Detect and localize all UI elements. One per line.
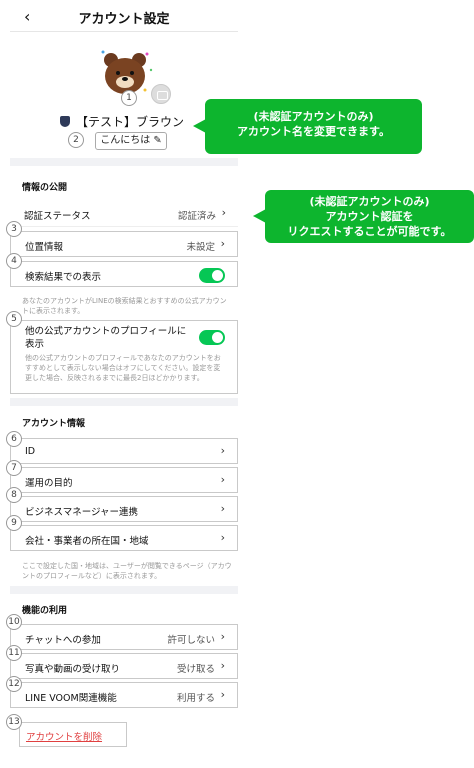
badge-10: 10 [6,614,22,630]
status-message-button[interactable]: こんにちは ✎ [95,132,167,150]
badge-9: 9 [6,515,22,531]
badge-3: 3 [6,221,22,237]
chevron-right-icon: › [220,237,225,250]
badge-12: 12 [6,676,22,692]
other-profiles-label: 他の公式アカウントのプロフィールに表示 [25,326,187,350]
other-profiles-row: 他の公式アカウントのプロフィールに表示 他の公式アカウントのプロフィールであなた… [10,320,238,394]
search-display-label: 検索結果での表示 [25,272,102,283]
callout-verify-line2: アカウント認証を [325,210,414,223]
verification-status-value: 認証済み [177,211,216,222]
chevron-right-icon: › [220,444,225,457]
badge-2: 2 [68,132,84,148]
account-name-row[interactable]: 【テスト】ブラウン [60,113,184,130]
section-title-account-info: アカウント情報 [22,419,86,429]
badge-7: 7 [6,460,22,476]
badge-11: 11 [6,645,22,661]
chat-value: 許可しない [167,635,215,646]
callout-rename: (未認証アカウントのみ) アカウント名を変更できます。 [193,99,422,154]
section-divider [10,398,238,406]
edit-icon: ✎ [153,135,162,146]
id-label: ID [25,446,36,457]
badge-13: 13 [6,714,22,730]
country-note: ここで設定した国・地域は、ユーザーが閲覧できるページ（アカウントのプロフィールな… [22,562,232,580]
search-display-note: あなたのアカウントがLINEの検索結果とおすすめの公式アカウントに表示されます。 [22,297,227,315]
voom-value: 利用する [176,693,215,704]
badge-1: 1 [121,90,137,106]
callout-arrow [253,209,266,223]
chevron-right-icon: › [220,688,225,701]
other-profiles-note: 他の公式アカウントのプロフィールであなたのアカウントをおすすめとして表示しない場… [25,354,221,382]
chevron-right-icon: › [220,531,225,544]
voom-label: LINE VOOM関連機能 [25,693,117,704]
country-label: 会社・事業者の所在国・地域 [25,536,149,547]
section-title-features: 機能の利用 [22,606,68,616]
badge-4: 4 [6,253,22,269]
id-row[interactable]: ID › [10,438,238,464]
other-profiles-toggle[interactable] [199,330,225,345]
business-manager-row[interactable]: ビジネスマネージャー連携 › [10,496,238,522]
callout-verify: (未認証アカウントのみ) アカウント認証を リクエストすることが可能です。 [253,190,474,243]
purpose-label: 運用の目的 [25,478,73,489]
section-divider [10,158,238,166]
media-label: 写真や動画の受け取り [25,664,121,675]
section-divider [10,586,238,594]
chevron-right-icon: › [220,473,225,486]
delete-account-link[interactable]: アカウントを削除 [26,729,102,743]
chevron-right-icon: › [220,659,225,672]
badge-8: 8 [6,487,22,503]
verification-status-row[interactable]: 認証ステータス 認証済み › [10,201,238,227]
section-title-publicity: 情報の公開 [22,183,68,193]
media-row[interactable]: 写真や動画の受け取り 受け取る › [10,653,238,679]
callout-verify-line3: リクエストすることが可能です。 [287,225,452,238]
delete-account-box: アカウントを削除 [19,722,127,747]
verification-status-label: 認証ステータス [24,211,91,222]
callout-arrow [193,119,206,133]
badge-5: 5 [6,311,22,327]
location-label: 位置情報 [25,242,64,253]
search-display-row: 検索結果での表示 [10,261,238,287]
status-message: こんにちは [100,135,151,146]
voom-row[interactable]: LINE VOOM関連機能 利用する › [10,682,238,708]
chevron-right-icon: › [220,630,225,643]
search-display-toggle[interactable] [199,268,225,283]
business-manager-label: ビジネスマネージャー連携 [25,507,139,518]
account-name: 【テスト】ブラウン [76,115,185,129]
camera-icon[interactable] [151,84,171,104]
shield-icon [60,116,70,127]
chat-label: チャットへの参加 [25,635,101,646]
purpose-row[interactable]: 運用の目的 › [10,467,238,493]
chat-row[interactable]: チャットへの参加 許可しない › [10,624,238,650]
country-row[interactable]: 会社・事業者の所在国・地域 › [10,525,238,551]
settings-panel: ‹ アカウント設定 【テスト】ブラウン こんにちは ✎ 情報の公開 認証ステータ… [10,0,238,768]
chevron-right-icon: › [221,206,226,219]
callout-rename-line1: (未認証アカウントのみ) [253,110,374,123]
header: ‹ アカウント設定 [10,0,238,32]
callout-verify-line1: (未認証アカウントのみ) [309,195,430,208]
callout-rename-line2: アカウント名を変更できます。 [237,125,390,138]
page-title: アカウント設定 [78,12,170,27]
badge-6: 6 [6,431,22,447]
location-value: 未設定 [186,242,215,253]
chevron-right-icon: › [220,502,225,515]
location-row[interactable]: 位置情報 未設定 › [10,231,238,257]
media-value: 受け取る [176,664,215,675]
